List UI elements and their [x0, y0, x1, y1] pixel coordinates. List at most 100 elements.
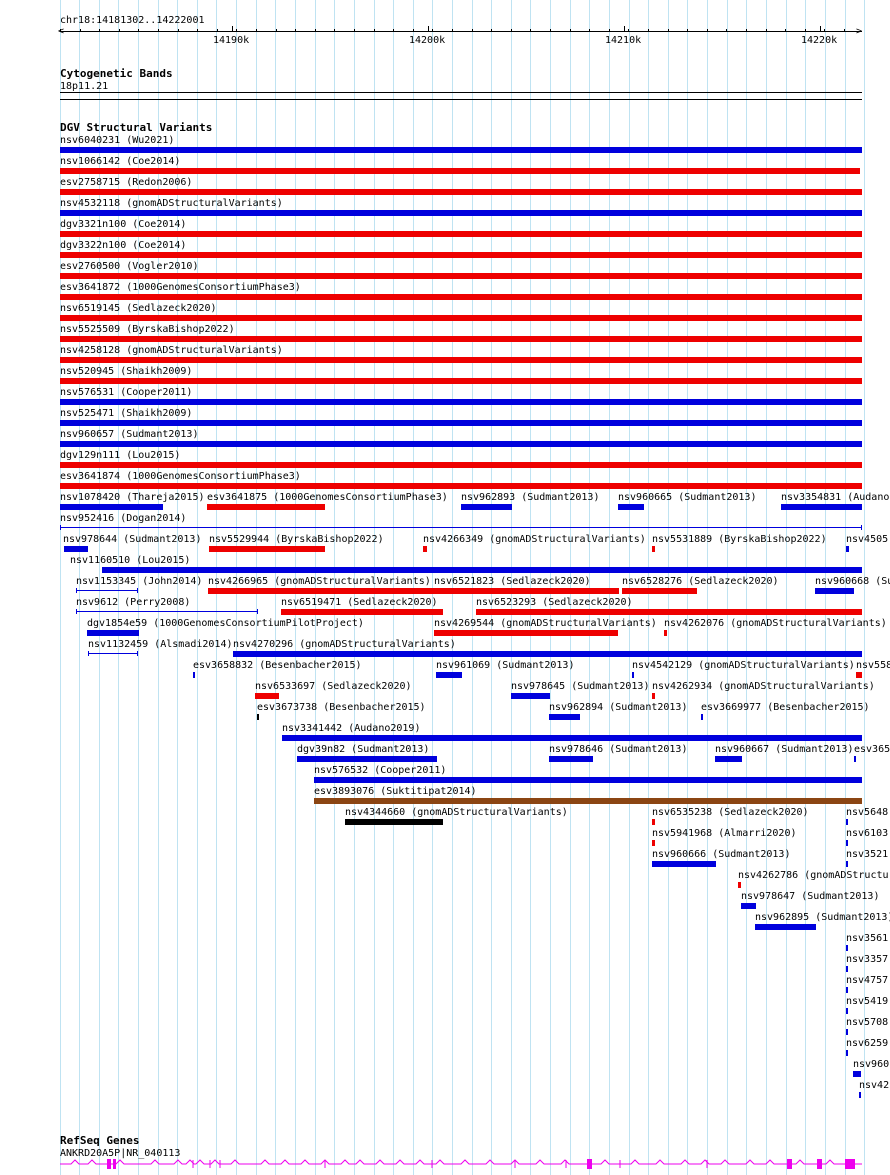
variant-label[interactable]: dgv1854e59 (1000GenomesConsortiumPilotPr…	[87, 618, 364, 629]
variant-label[interactable]: nsv576532 (Cooper2011)	[314, 765, 446, 776]
variant-bar[interactable]	[854, 756, 856, 762]
variant-label[interactable]: nsv961069 (Sudmant2013)	[436, 660, 574, 671]
variant-bar[interactable]	[846, 861, 848, 867]
variant-label[interactable]: nsv4757	[846, 975, 888, 986]
variant-bar[interactable]	[257, 714, 259, 720]
variant-label[interactable]: nsv978645 (Sudmant2013)	[511, 681, 649, 692]
variant-label[interactable]: nsv4505	[846, 534, 888, 545]
variant-label[interactable]: nsv6040231 (Wu2021)	[60, 135, 174, 146]
variant-label[interactable]: nsv978644 (Sudmant2013)	[63, 534, 201, 545]
variant-bar[interactable]	[846, 1029, 848, 1035]
variant-label[interactable]: nsv1160510 (Lou2015)	[70, 555, 190, 566]
variant-label[interactable]: nsv960668 (Su	[815, 576, 890, 587]
variant-label[interactable]: esv3641875 (1000GenomesConsortiumPhase3)	[207, 492, 448, 503]
variant-label[interactable]: nsv3561	[846, 933, 888, 944]
variant-bar[interactable]	[664, 630, 667, 636]
variant-label[interactable]: dgv3321n100 (Coe2014)	[60, 219, 186, 230]
variant-bar[interactable]	[781, 504, 862, 510]
variant-bar[interactable]	[846, 966, 848, 972]
variant-label[interactable]: nsv6521823 (Sedlazeck2020)	[434, 576, 591, 587]
variant-bar[interactable]	[60, 189, 862, 195]
variant-bar[interactable]	[853, 1071, 861, 1077]
variant-label[interactable]: nsv4542129 (gnomADStructuralVariants)	[632, 660, 855, 671]
variant-label[interactable]: nsv5531889 (ByrskaBishop2022)	[652, 534, 827, 545]
variant-label[interactable]: dgv39n82 (Sudmant2013)	[297, 744, 429, 755]
variant-bar[interactable]	[859, 1092, 861, 1098]
variant-bar[interactable]	[345, 819, 443, 825]
variant-label[interactable]: esv3893076 (Suktitipat2014)	[314, 786, 477, 797]
variant-bar[interactable]	[741, 903, 756, 909]
variant-label[interactable]: nsv3341442 (Audano2019)	[282, 723, 420, 734]
cytoband-bar[interactable]	[60, 92, 862, 93]
variant-label[interactable]: nsv3357	[846, 954, 888, 965]
variant-label[interactable]: nsv4266349 (gnomADStructuralVariants)	[423, 534, 646, 545]
variant-bar[interactable]	[436, 672, 462, 678]
variant-label[interactable]: nsv960	[853, 1059, 889, 1070]
variant-label[interactable]: esv3673738 (Besenbacher2015)	[257, 702, 426, 713]
variant-label[interactable]: nsv4266965 (gnomADStructuralVariants)	[208, 576, 431, 587]
variant-bar[interactable]	[434, 588, 619, 594]
variant-bar[interactable]	[846, 945, 848, 951]
variant-bar[interactable]	[618, 504, 644, 510]
variant-label[interactable]: nsv4344660 (gnomADStructuralVariants)	[345, 807, 568, 818]
variant-label[interactable]: nsv960667 (Sudmant2013)	[715, 744, 853, 755]
variant-bar[interactable]	[60, 357, 862, 363]
variant-bar[interactable]	[60, 462, 862, 468]
refseq-track-title[interactable]: RefSeq Genes	[60, 1135, 139, 1147]
variant-bar[interactable]	[87, 630, 139, 636]
variant-bar[interactable]	[209, 546, 325, 552]
variant-label[interactable]: nsv1153345 (John2014)	[76, 576, 202, 587]
variant-bar[interactable]	[549, 756, 593, 762]
variant-label[interactable]: esv365	[854, 744, 890, 755]
cytoband-track-title[interactable]: Cytogenetic Bands	[60, 68, 173, 80]
variant-bar[interactable]	[314, 777, 862, 783]
variant-label[interactable]: nsv5941968 (Almarri2020)	[652, 828, 797, 839]
variant-label[interactable]: nsv520945 (Shaikh2009)	[60, 366, 192, 377]
variant-label[interactable]: nsv1066142 (Coe2014)	[60, 156, 180, 167]
variant-label[interactable]: nsv6528276 (Sedlazeck2020)	[622, 576, 779, 587]
variant-bar[interactable]	[60, 273, 862, 279]
variant-label[interactable]: nsv978647 (Sudmant2013)	[741, 891, 879, 902]
variant-bar[interactable]	[632, 672, 634, 678]
variant-label[interactable]: esv3669977 (Besenbacher2015)	[701, 702, 870, 713]
variant-label[interactable]: nsv6523293 (Sedlazeck2020)	[476, 597, 633, 608]
variant-label[interactable]: nsv5525509 (ByrskaBishop2022)	[60, 324, 235, 335]
variant-label[interactable]: nsv5529944 (ByrskaBishop2022)	[209, 534, 384, 545]
variant-bar[interactable]	[846, 840, 848, 846]
variant-label[interactable]: nsv9612 (Perry2008)	[76, 597, 190, 608]
variant-label[interactable]: esv3641872 (1000GenomesConsortiumPhase3)	[60, 282, 301, 293]
variant-bar[interactable]	[60, 231, 862, 237]
variant-label[interactable]: nsv962893 (Sudmant2013)	[461, 492, 599, 503]
variant-label[interactable]: nsv4532118 (gnomADStructuralVariants)	[60, 198, 283, 209]
variant-label[interactable]: nsv3521	[846, 849, 888, 860]
variant-label[interactable]: nsv6519145 (Sedlazeck2020)	[60, 303, 217, 314]
variant-label[interactable]: nsv6519471 (Sedlazeck2020)	[281, 597, 438, 608]
variant-label[interactable]: nsv960657 (Sudmant2013)	[60, 429, 198, 440]
variant-bar[interactable]	[652, 546, 655, 552]
variant-bar[interactable]	[815, 588, 854, 594]
variant-label[interactable]: nsv6259	[846, 1038, 888, 1049]
variant-label[interactable]: nsv3354831 (Audano2019)	[781, 492, 890, 503]
variant-bar[interactable]	[738, 882, 741, 888]
variant-bar[interactable]	[511, 693, 550, 699]
variant-bar[interactable]	[60, 483, 862, 489]
variant-bar[interactable]	[60, 336, 862, 342]
variant-label[interactable]: nsv558	[856, 660, 890, 671]
variant-bar[interactable]	[622, 588, 697, 594]
variant-bar[interactable]	[652, 840, 655, 846]
variant-label[interactable]: nsv4262934 (gnomADStructuralVariants)	[652, 681, 875, 692]
gene-model[interactable]	[60, 1156, 862, 1172]
variant-label[interactable]: nsv978646 (Sudmant2013)	[549, 744, 687, 755]
variant-bar[interactable]	[846, 819, 848, 825]
variant-bar[interactable]	[652, 819, 655, 825]
variant-label[interactable]: nsv4258128 (gnomADStructuralVariants)	[60, 345, 283, 356]
variant-label[interactable]: nsv4270296 (gnomADStructuralVariants)	[233, 639, 456, 650]
variant-label[interactable]: nsv4269544 (gnomADStructuralVariants)	[434, 618, 657, 629]
variant-bar[interactable]	[281, 609, 443, 615]
variant-label[interactable]: nsv5648	[846, 807, 888, 818]
variant-label[interactable]: esv2760500 (Vogler2010)	[60, 261, 198, 272]
variant-label[interactable]: nsv4262786 (gnomADStructuralVariants)	[738, 870, 890, 881]
variant-bar[interactable]	[102, 567, 862, 573]
variant-line[interactable]	[76, 611, 258, 612]
dgv-track-title[interactable]: DGV Structural Variants	[60, 122, 212, 134]
